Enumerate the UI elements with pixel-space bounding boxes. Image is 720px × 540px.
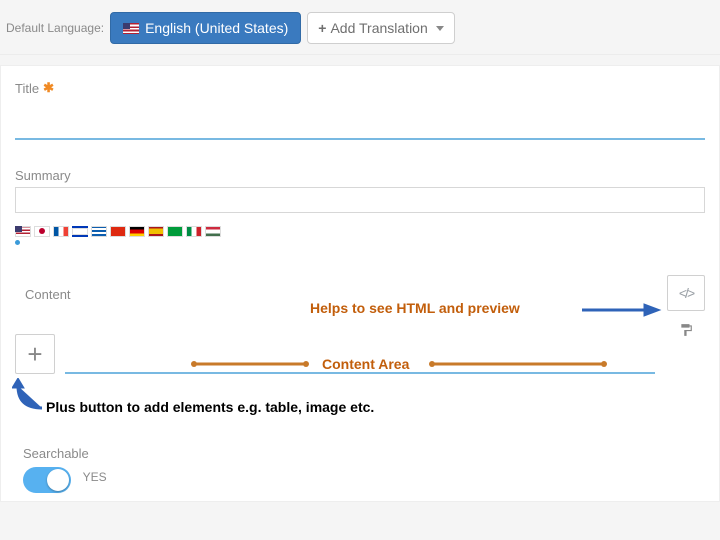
html-preview-button[interactable]: </> — [667, 275, 705, 311]
add-translation-label: Add Translation — [330, 20, 427, 36]
title-input[interactable] — [15, 100, 705, 140]
searchable-label: Searchable — [23, 446, 705, 461]
title-label: Title — [15, 81, 39, 96]
current-language-button[interactable]: English (United States) — [110, 12, 301, 44]
title-field-label-row: Title ✱ — [15, 80, 705, 96]
searchable-section: Searchable YES — [15, 440, 705, 493]
flag-es-icon[interactable] — [148, 226, 164, 237]
code-icon: </> — [679, 285, 693, 301]
add-translation-button[interactable]: + Add Translation — [307, 12, 454, 44]
language-flag-row — [15, 226, 705, 245]
current-language-text: English (United States) — [145, 20, 288, 36]
content-label: Content — [15, 287, 71, 302]
arrow-curved-icon — [12, 378, 52, 414]
annotation-content-area: Content Area — [322, 356, 409, 372]
annotation-plus-button: Plus button to add elements e.g. table, … — [46, 399, 374, 415]
flag-it-icon[interactable] — [186, 226, 202, 237]
flag-gr-icon[interactable] — [91, 226, 107, 237]
content-divider — [65, 372, 655, 374]
chevron-down-icon — [436, 26, 444, 31]
annotation-html-preview: Helps to see HTML and preview — [310, 300, 520, 316]
us-flag-icon — [123, 23, 139, 34]
main-form-panel: Title ✱ Summary Content </> — [0, 65, 720, 502]
annotation-bar-left-icon — [190, 360, 310, 368]
flag-fr-icon[interactable] — [53, 226, 69, 237]
flag-br-icon[interactable] — [167, 226, 183, 237]
default-language-label: Default Language: — [6, 21, 104, 35]
searchable-state-label: YES — [83, 470, 107, 484]
summary-label: Summary — [15, 168, 71, 183]
flag-us-icon[interactable] — [15, 226, 31, 237]
arrow-right-icon — [582, 302, 662, 318]
active-language-indicator-icon — [15, 240, 20, 245]
add-element-button[interactable]: + — [15, 334, 55, 374]
plus-icon: + — [27, 339, 42, 370]
flag-cn-icon[interactable] — [110, 226, 126, 237]
language-topbar: Default Language: English (United States… — [0, 0, 720, 55]
flag-de-icon[interactable] — [129, 226, 145, 237]
flag-il-icon[interactable] — [72, 226, 88, 237]
annotation-bar-right-icon — [428, 360, 608, 368]
flag-hu-icon[interactable] — [205, 226, 221, 237]
plus-icon: + — [318, 20, 326, 36]
summary-input[interactable] — [15, 187, 705, 213]
searchable-toggle[interactable] — [23, 467, 71, 493]
required-star-icon: ✱ — [43, 80, 54, 96]
flag-jp-icon[interactable] — [34, 226, 50, 237]
